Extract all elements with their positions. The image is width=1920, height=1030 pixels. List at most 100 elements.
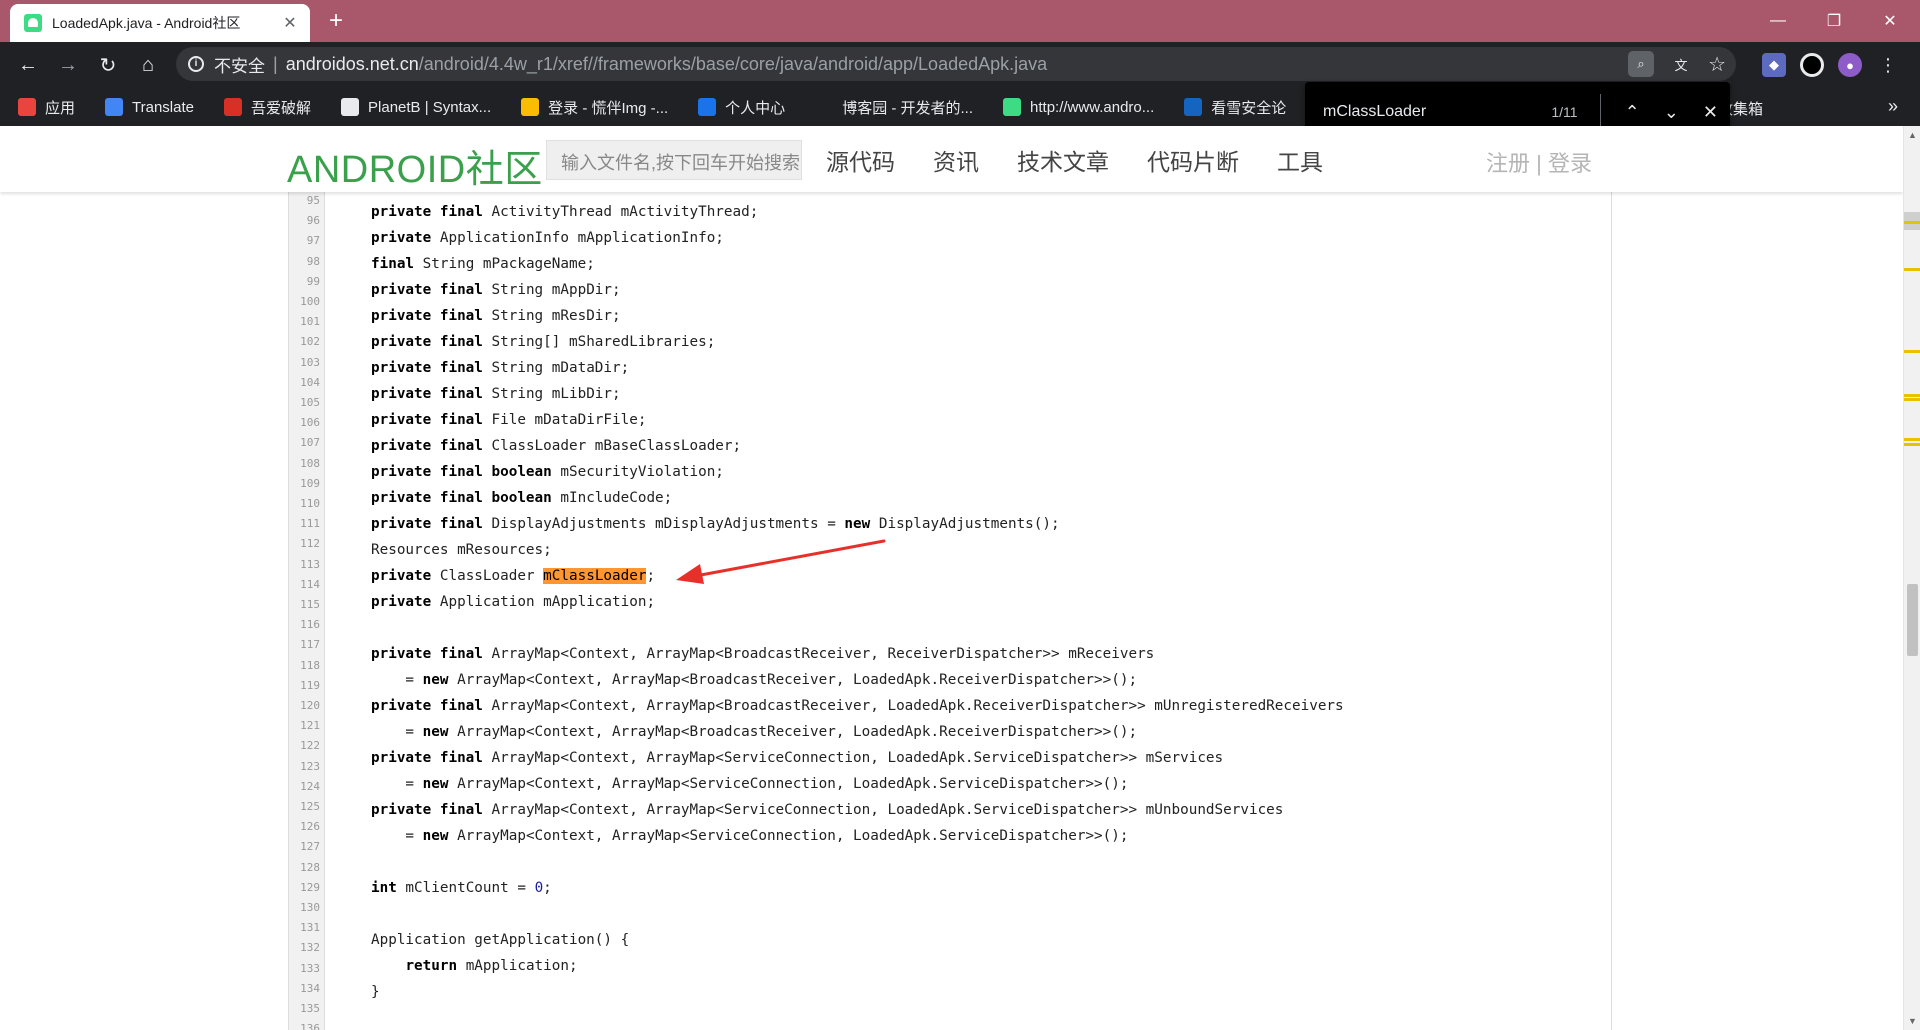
code-line: private final DisplayAdjustments mDispla… (371, 516, 1060, 532)
line-number: 110 (300, 497, 320, 510)
scroll-down-icon[interactable]: ▼ (1908, 1016, 1917, 1026)
title-bar: LoadedApk.java - Android社区 ✕ + — ❐ ✕ (0, 0, 1920, 42)
line-number: 113 (300, 557, 320, 571)
site-nav-item[interactable]: 资讯 (933, 143, 979, 177)
code-line: Application getApplication() { (371, 932, 630, 948)
bookmark-label: 应用 (45, 99, 76, 117)
bookmark-label: Translate (132, 98, 194, 116)
line-number: 96 (306, 214, 320, 228)
line-number: 130 (300, 901, 320, 914)
find-divider (1599, 94, 1601, 130)
bookmark-label: http://www.andro... (1030, 98, 1155, 116)
code-line: = new ArrayMap<Context, ArrayMap<Service… (371, 828, 1129, 844)
bookmark-item[interactable]: 吾爱破解 (224, 97, 311, 118)
bookmark-item[interactable]: http://www.andro... (1003, 98, 1154, 116)
site-nav-item[interactable]: 源代码 (826, 143, 895, 177)
code-line: int mClientCount = 0; (371, 880, 552, 896)
bookmark-label: PlanetB | Syntax... (368, 98, 492, 116)
android-favicon-icon (24, 14, 42, 32)
globe-icon (341, 98, 360, 116)
line-number: 128 (300, 860, 320, 874)
kanxue-icon (1184, 98, 1203, 116)
line-number: 103 (300, 355, 320, 369)
bookmark-item[interactable]: 应用 (18, 97, 75, 118)
cnblogs-icon (815, 98, 834, 116)
site-logo[interactable]: ANDROID社区 (287, 138, 543, 193)
page-scrollbar[interactable]: ▲ ▼ (1903, 126, 1920, 1030)
url-path: /android/4.4w_r1/xref//frameworks/base/c… (418, 53, 1048, 74)
line-number: 112 (300, 537, 320, 551)
find-input[interactable]: mClassLoader (1323, 103, 1509, 121)
line-number: 102 (300, 335, 320, 349)
auth-links[interactable]: 注册 | 登录 (1486, 146, 1592, 178)
code-line: private final ClassLoader mBaseClassLoad… (371, 438, 742, 454)
code-line: final String mPackageName; (371, 256, 595, 272)
reload-icon[interactable]: ↻ (88, 45, 128, 85)
site-nav-item[interactable]: 工具 (1277, 143, 1323, 177)
bookmark-item[interactable]: 登录 - 慌伴Img -... (521, 97, 668, 118)
line-number: 118 (300, 658, 320, 672)
bookmark-item[interactable]: 博客园 - 开发者的... (815, 97, 973, 118)
site-info-icon[interactable]: i (188, 56, 204, 72)
line-number: 133 (300, 961, 320, 975)
line-number: 95 (306, 194, 320, 207)
52pojie-icon (224, 98, 242, 116)
close-window-button[interactable]: ✕ (1862, 0, 1918, 42)
site-nav-item[interactable]: 代码片断 (1147, 143, 1239, 177)
site-search-input[interactable]: 输入文件名,按下回车开始搜索 (546, 140, 802, 180)
restore-button[interactable]: ❐ (1806, 0, 1862, 42)
line-number: 136 (300, 1022, 320, 1030)
minimize-button[interactable]: — (1750, 0, 1806, 42)
find-match-count: 1/11 (1551, 104, 1578, 120)
url-domain: androidos.net.cn (285, 53, 419, 74)
forward-icon[interactable]: → (48, 45, 88, 85)
line-number: 114 (300, 577, 320, 591)
bookmark-star-icon[interactable]: ☆ (1708, 52, 1726, 77)
browser-tab[interactable]: LoadedApk.java - Android社区 ✕ (10, 4, 310, 42)
code-line: private Application mApplication; (371, 594, 656, 610)
omnibox-actions: ⌕ 文 ☆ (1628, 47, 1726, 81)
web-page: ANDROID社区 输入文件名,按下回车开始搜索 源代码 资讯 技术文章 代码片断 工具… (0, 126, 1903, 1030)
code-line: Resources mResources; (371, 542, 552, 558)
code-line: private final String mAppDir; (371, 282, 621, 298)
translate-icon (105, 98, 124, 116)
extension-circle-icon[interactable] (1800, 53, 1824, 77)
line-number: 98 (306, 254, 320, 268)
line-number: 99 (306, 274, 320, 288)
line-number: 97 (306, 234, 320, 248)
extension-cube-icon[interactable]: ◆ (1762, 53, 1786, 77)
find-in-page-icon[interactable]: ⌕ (1628, 51, 1655, 77)
menu-kebab-icon[interactable]: ⋮ (1876, 53, 1900, 77)
bookmark-item[interactable]: Translate (105, 98, 194, 116)
line-number: 125 (300, 800, 320, 813)
home-icon[interactable]: ⌂ (128, 45, 168, 85)
new-tab-button[interactable]: + (320, 7, 352, 37)
scroll-up-icon[interactable]: ▲ (1908, 130, 1917, 140)
bookmark-item[interactable]: 看雪安全论 (1184, 97, 1286, 118)
bookmark-item[interactable]: PlanetB | Syntax... (341, 98, 491, 116)
site-nav-item[interactable]: 技术文章 (1017, 143, 1109, 177)
back-icon[interactable]: ← (8, 45, 48, 85)
bookmarks-more-icon[interactable]: » (1888, 96, 1898, 117)
bookmark-label: 吾爱破解 (251, 99, 312, 117)
site-nav: 源代码 资讯 技术文章 代码片断 工具 (826, 143, 1323, 177)
line-number: 123 (300, 759, 320, 773)
code-line: private final ArrayMap<Context, ArrayMap… (371, 698, 1344, 714)
code-line: private ClassLoader mClassLoader; (371, 568, 656, 584)
address-bar[interactable]: i 不安全 | androidos.net.cn/android/4.4w_r1… (176, 47, 1736, 81)
code-line: private final ArrayMap<Context, ArrayMap… (371, 750, 1224, 766)
code-line: private final String mDataDir; (371, 360, 630, 376)
code-line: private final File mDataDirFile; (371, 412, 647, 428)
scrollbar-thumb[interactable] (1907, 584, 1918, 656)
bookmark-label: 看雪安全论 (1211, 99, 1287, 117)
code-line: private final String mLibDir; (371, 386, 621, 402)
line-number: 100 (300, 295, 320, 308)
code-line: private final ArrayMap<Context, ArrayMap… (371, 802, 1284, 818)
line-number: 116 (300, 618, 320, 632)
bookmark-item[interactable]: 个人中心 (698, 97, 785, 118)
line-number: 109 (300, 476, 320, 490)
line-number: 106 (300, 416, 320, 430)
close-tab-icon[interactable]: ✕ (280, 13, 300, 33)
translate-page-icon[interactable]: 文 (1668, 51, 1694, 77)
profile-avatar-icon[interactable]: ● (1838, 53, 1862, 77)
